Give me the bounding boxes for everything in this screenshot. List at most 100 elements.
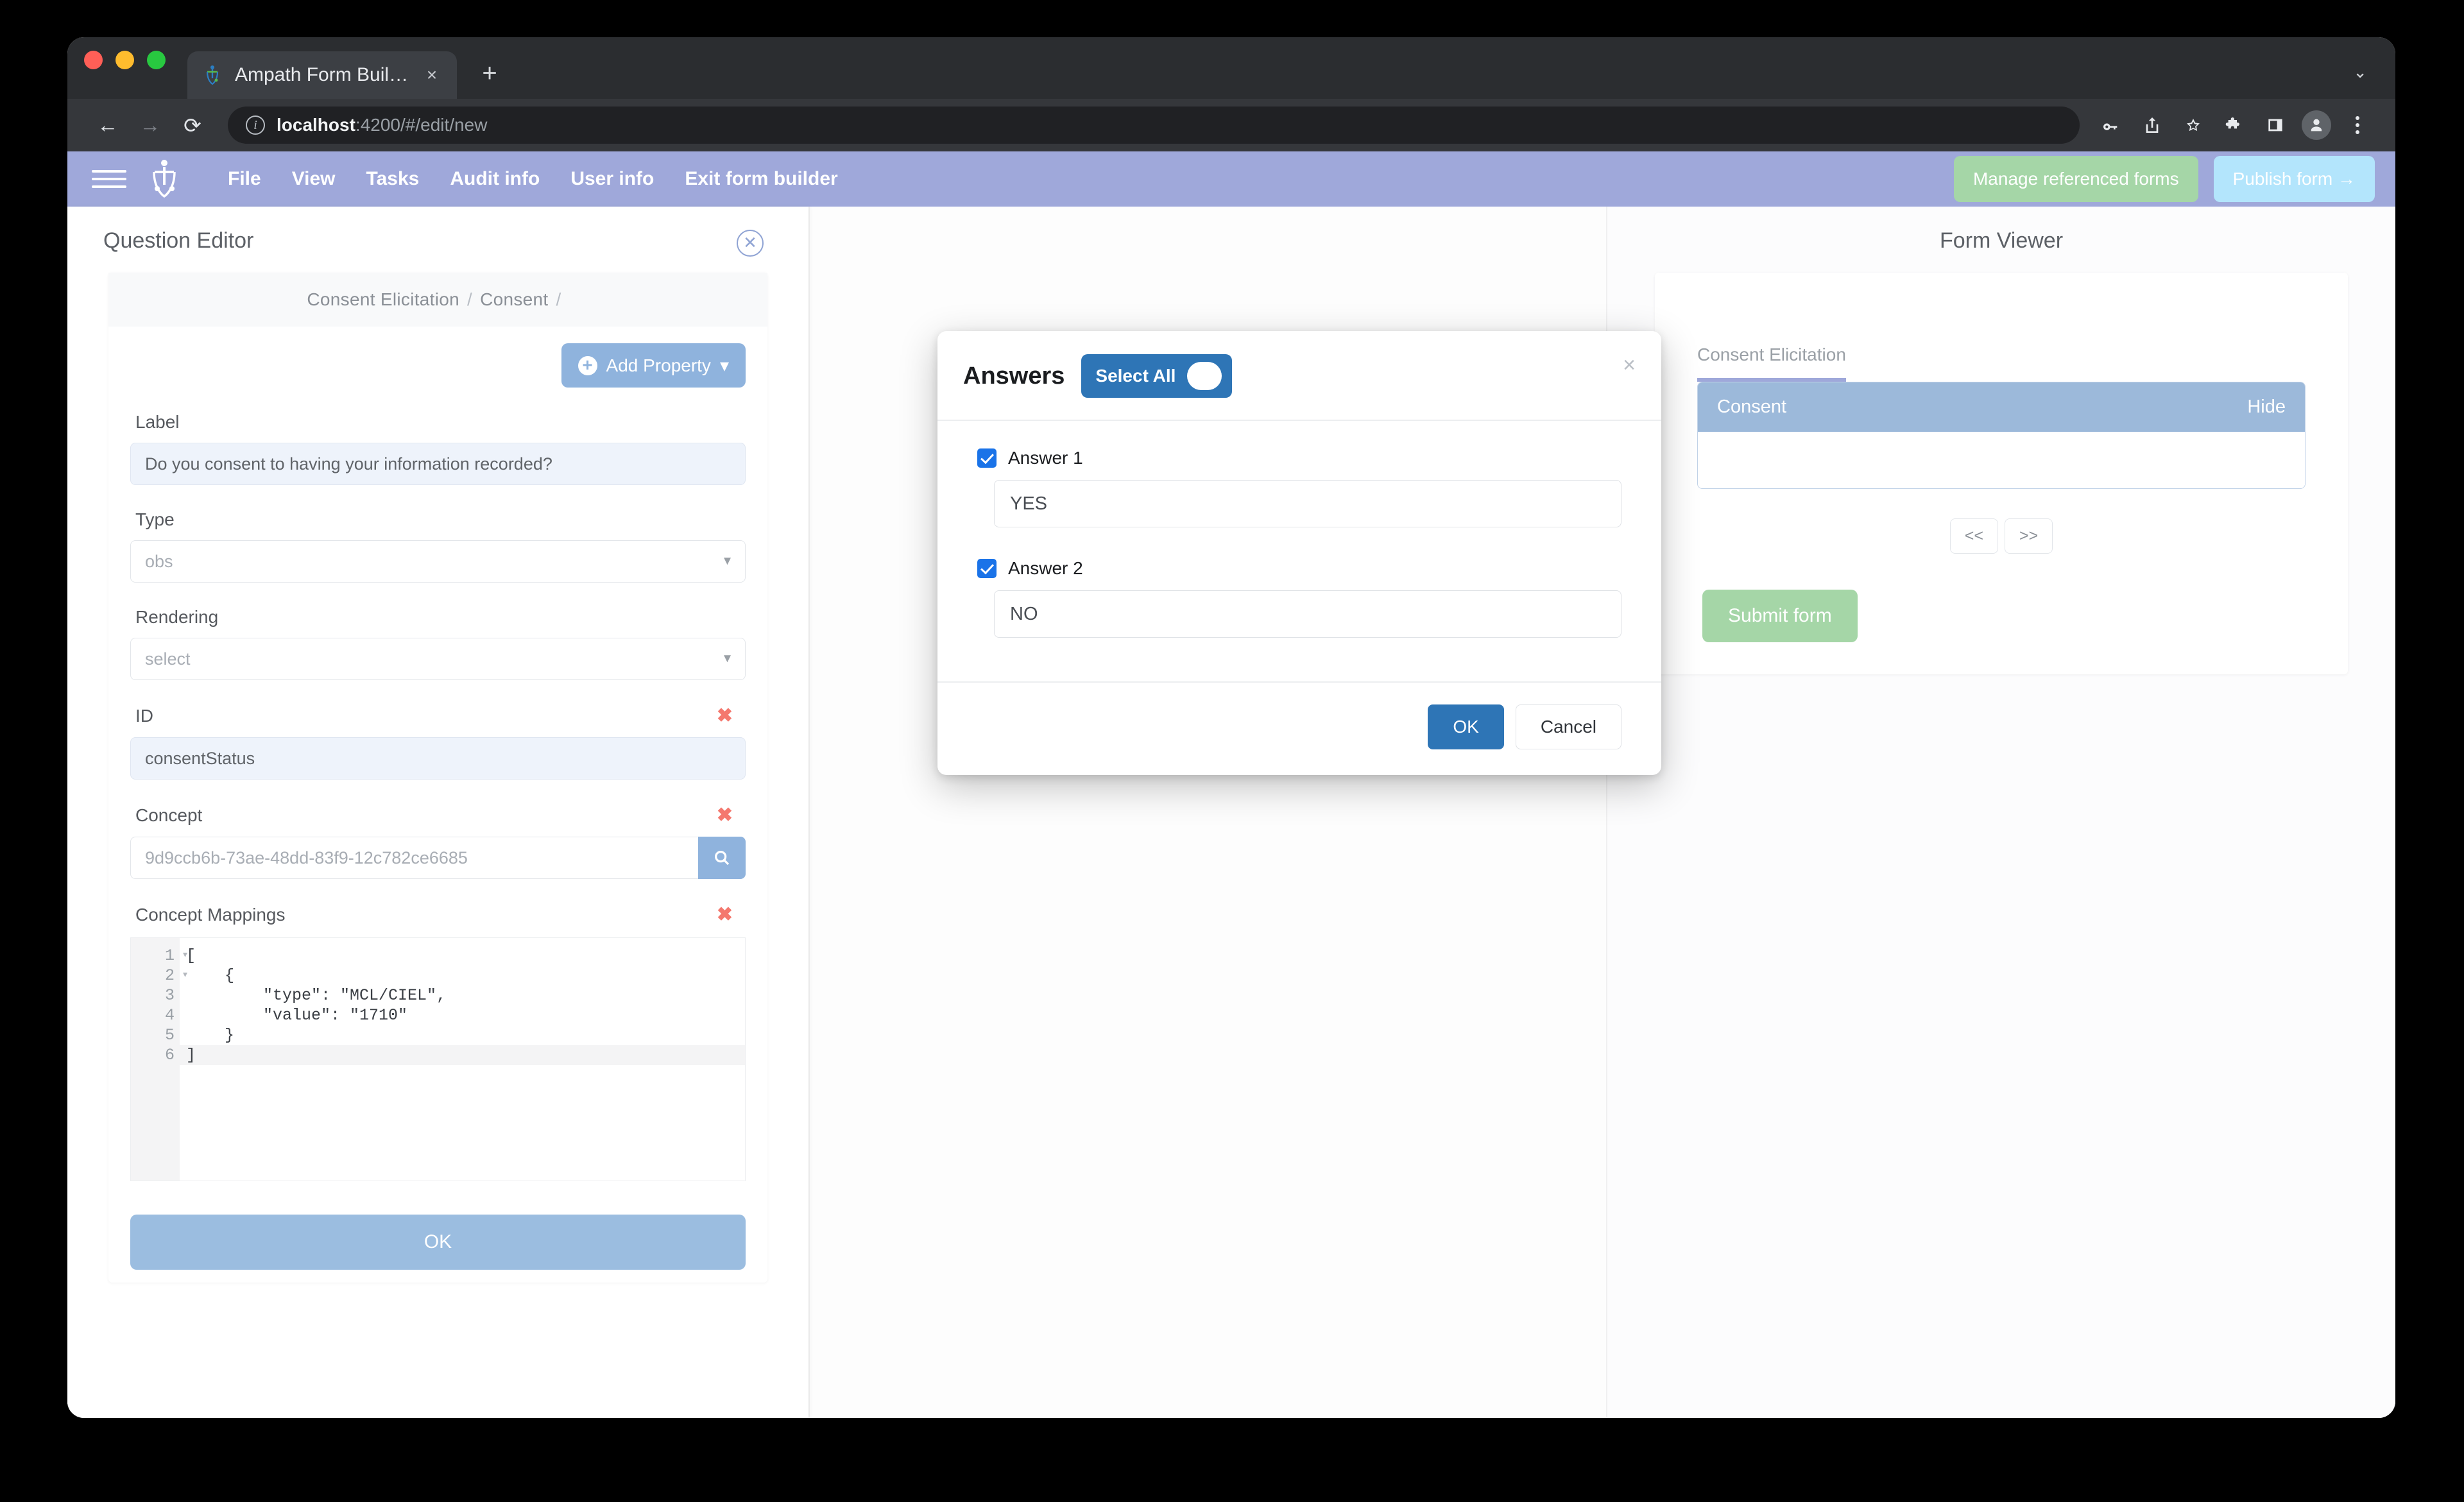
form-section-header: Consent Hide xyxy=(1698,382,2305,432)
field-head: Rendering xyxy=(130,607,746,627)
app-menu: File View Tasks Audit info User info Exi… xyxy=(212,168,853,190)
modal-ok-button[interactable]: OK xyxy=(1428,704,1504,749)
answer-label: Answer 2 xyxy=(1008,558,1083,578)
menu-item-tasks[interactable]: Tasks xyxy=(351,168,435,190)
select-all-label: Select All xyxy=(1095,366,1176,386)
breadcrumb-separator: / xyxy=(556,289,561,309)
url-path: :4200/#/edit/new xyxy=(355,115,488,135)
submit-form-button[interactable]: Submit form xyxy=(1702,590,1858,642)
ampath-logo-icon xyxy=(143,158,185,200)
menu-item-exit-form-builder[interactable]: Exit form builder xyxy=(669,168,853,190)
hide-section-button[interactable]: Hide xyxy=(2247,397,2286,418)
answer-value-input[interactable]: NO xyxy=(994,590,1621,638)
field-label-text: ID xyxy=(135,705,153,726)
field-label-text: Label xyxy=(135,412,180,432)
form-section-title: Consent xyxy=(1717,397,1787,417)
back-button[interactable]: ← xyxy=(87,104,129,146)
modal-cancel-button[interactable]: Cancel xyxy=(1515,704,1621,749)
select-all-toggle[interactable]: Select All xyxy=(1081,354,1233,398)
add-property-label: Add Property xyxy=(606,355,711,375)
field-concept: Concept ✖ 9d9ccb6b-73ae-48dd-83f9-12c782… xyxy=(108,804,767,879)
minimize-window-button[interactable] xyxy=(116,50,134,69)
ampath-form-builder-app: File View Tasks Audit info User info Exi… xyxy=(67,151,2395,1418)
menu-item-file[interactable]: File xyxy=(212,168,277,190)
field-label-text: Type xyxy=(135,509,175,529)
url-host: localhost xyxy=(277,115,355,135)
share-icon[interactable] xyxy=(2134,107,2171,144)
profile-avatar-icon[interactable] xyxy=(2298,107,2335,144)
publish-form-button[interactable]: Publish form → xyxy=(2213,156,2375,202)
browser-window: Ampath Form Builder × + ⌄ ← → ⟳ i localh… xyxy=(67,37,2395,1418)
reload-button[interactable]: ⟳ xyxy=(171,104,214,146)
close-tab-icon[interactable]: × xyxy=(421,66,443,84)
close-circle-icon[interactable]: ✕ xyxy=(737,230,764,257)
address-bar[interactable]: i localhost:4200/#/edit/new xyxy=(228,107,2080,144)
code-line: } xyxy=(186,1026,235,1045)
field-label-text: Rendering xyxy=(135,607,219,627)
line-number-text: 2 xyxy=(164,966,175,985)
line-number-text: 5 xyxy=(164,1026,175,1045)
side-panel-icon[interactable] xyxy=(2257,107,2294,144)
line-number: 2 ▾ xyxy=(131,966,189,986)
toggle-knob xyxy=(1187,362,1222,390)
toolbar-icons xyxy=(2092,107,2376,144)
question-editor-ok-button[interactable]: OK xyxy=(130,1215,746,1270)
answers-modal-body: Answer 1 YES Answer 2 NO xyxy=(937,421,1661,681)
next-page-button[interactable]: >> xyxy=(2005,518,2053,554)
question-editor-panel: Question Editor ✕ Consent Elicitation / Co… xyxy=(67,207,809,1418)
browser-toolbar: ← → ⟳ i localhost:4200/#/edit/new xyxy=(67,99,2395,151)
code-line: "value": "1710" xyxy=(186,1006,408,1025)
extensions-puzzle-icon[interactable] xyxy=(2216,107,2253,144)
forward-button[interactable]: → xyxy=(129,104,171,146)
menu-item-user-info[interactable]: User info xyxy=(555,168,669,190)
browser-tab[interactable]: Ampath Form Builder × xyxy=(187,51,457,99)
id-input[interactable]: consentStatus xyxy=(130,737,746,780)
field-label-text: Concept xyxy=(135,805,203,825)
rendering-select[interactable]: select ▾ xyxy=(130,638,746,680)
menu-item-audit-info[interactable]: Audit info xyxy=(434,168,555,190)
concept-input[interactable]: 9d9ccb6b-73ae-48dd-83f9-12c782ce6685 xyxy=(130,837,698,879)
question-editor-title: Question Editor xyxy=(103,228,254,253)
answer-checkbox[interactable] xyxy=(977,559,997,578)
info-icon[interactable]: i xyxy=(246,115,265,135)
overflow-menu-icon[interactable] xyxy=(2339,107,2376,144)
remove-field-icon[interactable]: ✖ xyxy=(717,704,742,727)
remove-field-icon[interactable]: ✖ xyxy=(717,804,742,826)
breadcrumb-item-1[interactable]: Consent xyxy=(480,289,548,309)
answers-modal-header: Answers Select All × xyxy=(937,331,1661,421)
maximize-window-button[interactable] xyxy=(147,50,166,69)
ampath-logo-icon xyxy=(201,64,223,86)
field-id: ID ✖ consentStatus xyxy=(108,704,767,780)
close-window-button[interactable] xyxy=(84,50,103,69)
code-line: "type": "MCL/CIEL", xyxy=(186,986,447,1005)
answer-row: Answer 1 YES xyxy=(977,448,1621,527)
breadcrumb-item-0[interactable]: Consent Elicitation xyxy=(307,289,459,309)
manage-referenced-forms-button[interactable]: Manage referenced forms xyxy=(1953,156,2198,202)
hamburger-menu-icon[interactable] xyxy=(92,170,126,188)
star-icon[interactable] xyxy=(2175,107,2212,144)
browser-tab-title: Ampath Form Builder xyxy=(235,64,409,85)
code-body[interactable]: [ { "type": "MCL/CIEL", "value": "1710" … xyxy=(180,938,745,1181)
close-icon[interactable]: × xyxy=(1623,354,1636,376)
new-tab-button[interactable]: + xyxy=(475,60,504,86)
remove-field-icon[interactable]: ✖ xyxy=(717,903,742,926)
browser-tab-strip: Ampath Form Builder × + ⌄ xyxy=(67,37,2395,99)
tab-consent-elicitation[interactable]: Consent Elicitation xyxy=(1697,345,1846,382)
previous-page-button[interactable]: << xyxy=(1949,518,1998,554)
answer-value-input[interactable]: YES xyxy=(994,480,1621,527)
concept-search-button[interactable] xyxy=(698,837,746,879)
answer-row: Answer 2 NO xyxy=(977,558,1621,638)
concept-mappings-code-editor[interactable]: 1 ▾ 2 ▾ 3 4 5 6 [ { "type": "MCL/CIEL", … xyxy=(130,937,746,1181)
chevron-down-icon[interactable]: ⌄ xyxy=(2353,62,2367,82)
answer-checkbox[interactable] xyxy=(977,448,997,468)
window-traffic-lights xyxy=(84,37,166,99)
chevron-down-icon: ▾ xyxy=(723,552,731,568)
add-property-button[interactable]: + Add Property ▾ xyxy=(561,343,746,388)
form-viewer-card: Consent Elicitation Consent Hide << >> S… xyxy=(1655,273,2348,674)
chevron-down-icon: ▾ xyxy=(723,649,731,666)
type-select[interactable]: obs ▾ xyxy=(130,540,746,583)
label-input[interactable]: Do you consent to having your informatio… xyxy=(130,443,746,485)
menu-item-view[interactable]: View xyxy=(277,168,351,190)
code-line: [ xyxy=(186,946,196,965)
key-icon[interactable] xyxy=(2092,107,2130,144)
